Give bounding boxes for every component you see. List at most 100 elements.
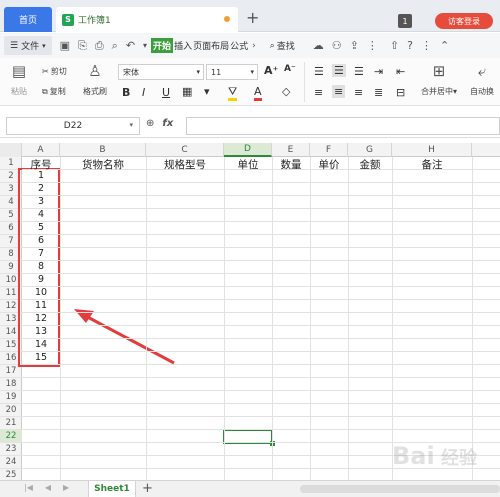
- font-shrink-button[interactable]: A⁻: [284, 64, 296, 74]
- column-header-b[interactable]: B: [60, 143, 146, 157]
- justify-icon[interactable]: ≣: [374, 86, 383, 99]
- row-header-25[interactable]: 25: [0, 469, 22, 480]
- indent-icon[interactable]: ⇥: [374, 65, 383, 78]
- serial-cell-a12[interactable]: 11: [22, 300, 60, 311]
- print-icon[interactable]: ⎙: [95, 39, 104, 53]
- tab-formula[interactable]: 公式: [230, 39, 248, 52]
- more-tabs-icon[interactable]: ›: [252, 41, 256, 51]
- worksheet-grid[interactable]: ABCDEFGH 1 2 3 4 5 6 7 8 9 10 11 12 13 14 15 16 17 18 19 20…: [0, 143, 500, 480]
- row-header-18[interactable]: 18: [0, 378, 22, 391]
- distribute-icon[interactable]: ⊟: [396, 86, 405, 99]
- header-cell-g1[interactable]: 金额: [348, 157, 392, 172]
- upload-icon[interactable]: ⇧: [390, 39, 399, 52]
- serial-cell-a11[interactable]: 10: [22, 287, 60, 298]
- align-center-icon[interactable]: ≡: [332, 85, 346, 98]
- formula-input[interactable]: [186, 117, 500, 135]
- home-tab[interactable]: 首页: [4, 7, 52, 32]
- visitor-login-button[interactable]: 访客登录: [435, 13, 493, 29]
- search-button[interactable]: ⌕ 查找: [270, 39, 295, 53]
- print-preview-icon[interactable]: ⌕: [112, 39, 118, 53]
- serial-cell-a3[interactable]: 2: [22, 183, 60, 194]
- serial-cell-a7[interactable]: 6: [22, 235, 60, 246]
- export-pdf-icon[interactable]: ⎘: [78, 39, 87, 53]
- serial-cell-a6[interactable]: 5: [22, 222, 60, 233]
- serial-cell-a13[interactable]: 12: [22, 313, 60, 324]
- user-icon[interactable]: ⚇: [332, 39, 342, 52]
- row-header-22[interactable]: 22: [0, 430, 22, 443]
- first-sheet-icon[interactable]: |◀: [24, 483, 33, 492]
- serial-cell-a16[interactable]: 15: [22, 352, 60, 363]
- select-all-corner[interactable]: [0, 143, 22, 157]
- font-grow-button[interactable]: A⁺: [264, 64, 278, 77]
- italic-button[interactable]: I: [142, 86, 145, 99]
- paste-button[interactable]: ▤ 粘贴: [8, 62, 30, 97]
- header-cell-f1[interactable]: 单价: [310, 157, 348, 172]
- fx-button[interactable]: fx: [162, 118, 173, 129]
- font-size-select[interactable]: 11 ▾: [206, 64, 258, 80]
- header-cell-e1[interactable]: 数量: [272, 157, 310, 172]
- align-middle-icon[interactable]: ☰: [332, 64, 346, 77]
- serial-cell-a2[interactable]: 1: [22, 170, 60, 181]
- help-button[interactable]: ?: [407, 39, 413, 52]
- column-header-e[interactable]: E: [272, 143, 310, 157]
- more-menu-icon[interactable]: ⋮: [421, 39, 432, 52]
- align-top-icon[interactable]: ☰: [314, 65, 324, 78]
- serial-cell-a9[interactable]: 8: [22, 261, 60, 272]
- column-header-g[interactable]: G: [348, 143, 392, 157]
- undo-icon[interactable]: ↶: [126, 39, 135, 52]
- header-cell-c1[interactable]: 规格型号: [146, 157, 224, 172]
- row-header-24[interactable]: 24: [0, 456, 22, 469]
- add-sheet-button[interactable]: +: [142, 481, 153, 496]
- row-header-21[interactable]: 21: [0, 417, 22, 430]
- column-header-d[interactable]: D: [224, 143, 272, 157]
- new-tab-button[interactable]: +: [246, 8, 259, 27]
- column-header-h[interactable]: H: [392, 143, 472, 157]
- horizontal-scrollbar[interactable]: [300, 485, 500, 493]
- font-color-icon[interactable]: A: [254, 85, 262, 101]
- prev-sheet-icon[interactable]: ◀: [45, 483, 51, 492]
- bold-button[interactable]: B: [122, 86, 130, 99]
- row-header-19[interactable]: 19: [0, 391, 22, 404]
- cell-area[interactable]: 序号 货物名称 规格型号 单位 数量 单价 金额 备注 1 2 3 4 5 6 7 8 9 10 11 12 13 14 1…: [18, 157, 500, 480]
- serial-cell-a10[interactable]: 9: [22, 274, 60, 285]
- sheet-tab[interactable]: Sheet1: [88, 481, 136, 497]
- header-cell-d1[interactable]: 单位: [224, 157, 272, 172]
- tab-home[interactable]: 开始: [151, 38, 174, 53]
- auto-wrap-button[interactable]: ⤶ 自动换: [464, 62, 500, 97]
- align-right-icon[interactable]: ≡: [354, 86, 363, 99]
- fill-color-icon[interactable]: ⛛: [228, 85, 238, 101]
- collapse-ribbon-icon[interactable]: ⌃: [440, 39, 449, 52]
- redo-icon[interactable]: ▾: [143, 41, 147, 50]
- outdent-icon[interactable]: ⇤: [396, 65, 405, 78]
- document-tab[interactable]: S 工作簿1: [56, 7, 238, 32]
- save-icon[interactable]: ▣: [60, 39, 70, 52]
- share-icon[interactable]: ⇪: [350, 39, 359, 52]
- cloud-icon[interactable]: ☁: [313, 39, 324, 52]
- cut-button[interactable]: ✂ 剪切: [42, 66, 67, 77]
- name-box[interactable]: D22 ▾: [6, 117, 140, 135]
- font-name-select[interactable]: 宋体 ▾: [118, 64, 204, 80]
- merge-center-button[interactable]: ⊞ 合并居中▾: [416, 62, 462, 97]
- tab-page-layout[interactable]: 页面布局: [193, 39, 229, 52]
- serial-cell-a15[interactable]: 14: [22, 339, 60, 350]
- more-icon[interactable]: ⋮: [367, 39, 378, 52]
- align-bottom-icon[interactable]: ☰: [354, 65, 364, 78]
- serial-cell-a8[interactable]: 7: [22, 248, 60, 259]
- header-cell-b1[interactable]: 货物名称: [60, 157, 146, 172]
- align-left-icon[interactable]: ≡: [314, 86, 323, 99]
- zoom-search-icon[interactable]: ⊕: [146, 118, 154, 129]
- column-header-c[interactable]: C: [146, 143, 224, 157]
- copy-button[interactable]: ⧉ 复制: [42, 86, 66, 97]
- row-header-20[interactable]: 20: [0, 404, 22, 417]
- column-header-a[interactable]: A: [22, 143, 60, 157]
- format-painter-button[interactable]: ♙ 格式刷: [80, 62, 110, 97]
- serial-cell-a4[interactable]: 3: [22, 196, 60, 207]
- file-menu-button[interactable]: ☰ 文件 ▾: [4, 36, 52, 55]
- next-sheet-icon[interactable]: ▶: [63, 483, 69, 492]
- cell-color-icon[interactable]: ▾: [204, 85, 210, 98]
- row-header-23[interactable]: 23: [0, 443, 22, 456]
- border-icon[interactable]: ▦: [182, 85, 192, 98]
- column-header-f[interactable]: F: [310, 143, 348, 157]
- header-cell-h1[interactable]: 备注: [392, 157, 472, 172]
- window-count-badge[interactable]: 1: [398, 14, 412, 28]
